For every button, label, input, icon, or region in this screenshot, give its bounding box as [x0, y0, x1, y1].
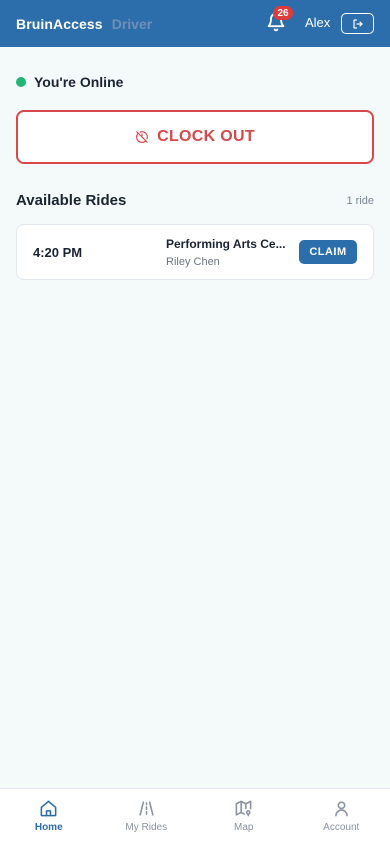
nav-label-account: Account — [323, 822, 360, 833]
logout-button[interactable] — [341, 13, 374, 34]
logout-icon — [352, 18, 363, 29]
nav-item-my-rides[interactable]: My Rides — [98, 789, 196, 844]
clock-out-button[interactable]: CLOCK OUT — [16, 110, 374, 164]
notification-badge: 26 — [273, 6, 293, 20]
ride-card[interactable]: 4:20 PM Performing Arts Ce... Riley Chen… — [16, 224, 374, 280]
clock-out-label: CLOCK OUT — [157, 128, 255, 145]
rides-count: 1 ride — [346, 195, 374, 207]
online-status: You're Online — [16, 74, 123, 90]
available-rides-title: Available Rides — [16, 192, 127, 209]
brand-role: Driver — [111, 15, 153, 32]
ride-rider: Riley Chen — [166, 256, 220, 268]
brand-name: BruinAccess — [16, 15, 103, 32]
home-icon — [40, 800, 57, 817]
status-dot — [16, 77, 26, 87]
nav-item-map[interactable]: Map — [195, 789, 293, 844]
app-header: BruinAccess Driver 26 Alex — [0, 0, 390, 47]
road-icon — [139, 801, 154, 816]
nav-label-map: Map — [234, 822, 254, 833]
nav-label-my-rides: My Rides — [125, 822, 168, 833]
claim-button[interactable]: CLAIM — [299, 240, 357, 264]
ride-destination: Performing Arts Ce... — [166, 237, 286, 251]
notifications-button[interactable]: 26 — [266, 6, 293, 34]
user-icon — [334, 801, 348, 817]
bottom-nav: Home My Rides Map Account — [0, 788, 390, 844]
user-name: Alex — [305, 15, 331, 30]
nav-label-home: Home — [34, 822, 63, 833]
nav-item-home[interactable]: Home — [0, 789, 98, 844]
status-text: You're Online — [34, 74, 124, 90]
nav-item-account[interactable]: Account — [293, 789, 390, 844]
clock-off-icon — [136, 131, 148, 143]
ride-time: 4:20 PM — [33, 245, 83, 260]
map-icon — [235, 800, 252, 817]
